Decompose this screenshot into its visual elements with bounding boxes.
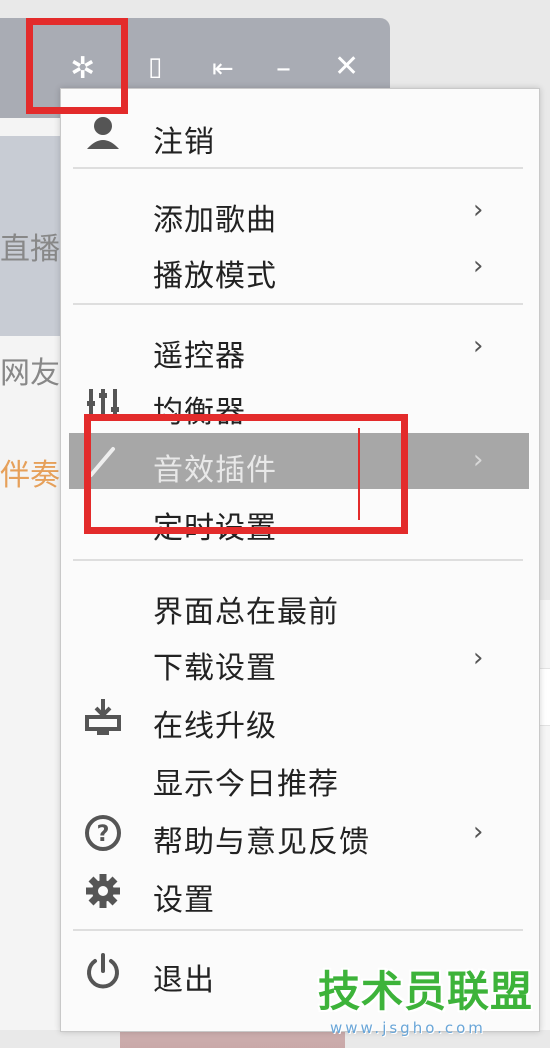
gear-icon <box>86 874 120 908</box>
phone-icon[interactable]: ▯ <box>148 54 162 80</box>
user-icon <box>87 117 119 149</box>
menu-item-remote-control[interactable]: 遥控器 › <box>61 319 537 375</box>
chevron-right-icon: › <box>473 195 484 225</box>
menu-item-help-feedback[interactable]: ? 帮助与意见反馈 › <box>61 805 537 861</box>
menu-item-daily-recommend[interactable]: 显示今日推荐 <box>61 747 537 803</box>
menu-label: 播放模式 <box>153 259 277 294</box>
minimize-icon[interactable]: – <box>276 54 291 84</box>
power-icon <box>87 953 119 989</box>
settings-dropdown-menu: 注销 添加歌曲 › 播放模式 › 遥控器 › 均衡器 音效插件 › 定时设置 界… <box>60 88 540 1032</box>
menu-item-add-songs[interactable]: 添加歌曲 › <box>61 183 537 239</box>
menu-label: 显示今日推荐 <box>153 767 339 802</box>
chevron-right-icon: › <box>473 445 484 475</box>
menu-item-online-upgrade[interactable]: 在线升级 <box>61 689 537 745</box>
menu-label: 遥控器 <box>153 339 246 374</box>
chevron-right-icon: › <box>473 643 484 673</box>
menu-label: 设置 <box>153 883 215 918</box>
upgrade-icon <box>85 699 121 735</box>
menu-item-settings[interactable]: 设置 <box>61 863 537 919</box>
chevron-right-icon: › <box>473 251 484 281</box>
watermark: 技术员联盟 www.jsgho.com <box>318 958 534 1037</box>
menu-separator <box>73 929 523 931</box>
menu-label: 添加歌曲 <box>153 203 277 238</box>
menu-label: 下载设置 <box>153 651 277 686</box>
menu-label: 注销 <box>153 125 215 160</box>
live-tab-text[interactable]: 直播 <box>0 224 60 268</box>
watermark-title: 技术员联盟 <box>318 967 534 1016</box>
annotation-divider <box>358 428 360 520</box>
menu-item-play-mode[interactable]: 播放模式 › <box>61 239 537 295</box>
menu-item-download-settings[interactable]: 下载设置 › <box>61 631 537 687</box>
menu-label: 在线升级 <box>153 709 277 744</box>
menu-label: 界面总在最前 <box>153 595 339 630</box>
help-icon: ? <box>85 815 121 851</box>
menu-item-always-on-top[interactable]: 界面总在最前 <box>61 575 537 631</box>
menu-label: 帮助与意见反馈 <box>153 825 370 860</box>
chevron-right-icon: › <box>473 331 484 361</box>
menu-separator <box>73 303 523 305</box>
menu-label: 退出 <box>153 963 215 998</box>
menu-separator <box>73 559 523 561</box>
close-icon[interactable]: ✕ <box>334 52 359 82</box>
chevron-right-icon: › <box>473 817 484 847</box>
svg-text:?: ? <box>97 822 110 847</box>
mini-mode-icon[interactable]: ⇤ <box>212 56 234 82</box>
menu-separator <box>73 167 523 169</box>
watermark-url: www.jsgho.com <box>330 1019 486 1037</box>
annotation-box-gear <box>26 18 128 114</box>
menu-item-logout[interactable]: 注销 <box>61 105 537 161</box>
